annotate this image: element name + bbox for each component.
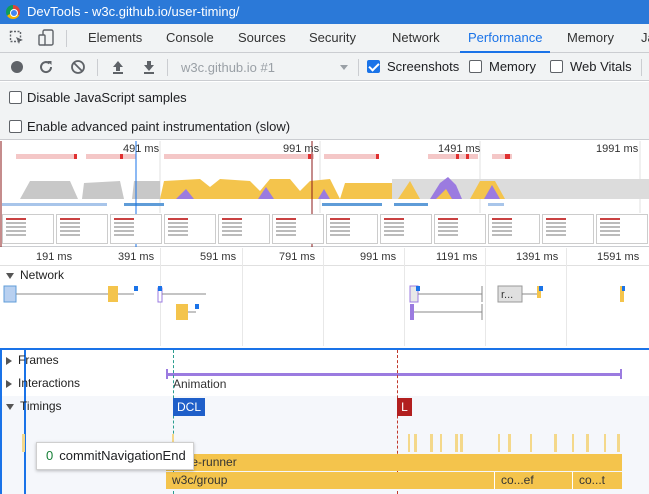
memory-label: Memory	[489, 59, 536, 74]
reload-profile-button[interactable]	[38, 59, 54, 75]
timings-track-label: Timings	[20, 399, 62, 413]
flame-bar-co-ef[interactable]: co...ef	[494, 472, 564, 489]
tab-performance[interactable]: Performance	[459, 24, 551, 53]
device-toolbar-icon[interactable]	[38, 29, 54, 47]
screenshot-thumbnail[interactable]	[110, 214, 162, 244]
performance-toolbar: w3c.github.io #1 Screenshots Memory Web …	[0, 53, 649, 81]
screenshot-thumbnail[interactable]	[2, 214, 54, 244]
tab-memory[interactable]: Memory	[567, 24, 614, 52]
ruler-tick: 591 ms	[200, 251, 237, 263]
interactions-track-label: Interactions	[18, 376, 81, 390]
network-track-label: Network	[20, 268, 65, 282]
save-profile-button[interactable]	[141, 59, 157, 75]
capture-settings-pane: Disable JavaScript samples Enable advanc…	[0, 82, 649, 140]
clear-icon	[71, 60, 85, 74]
tab-network[interactable]: Network	[392, 24, 440, 52]
screenshot-thumbnail[interactable]	[218, 214, 270, 244]
record-icon	[11, 61, 23, 73]
screenshot-thumbnail[interactable]	[596, 214, 648, 244]
expand-triangle-icon	[6, 403, 14, 410]
ruler-tick: 791 ms	[279, 251, 316, 263]
inspect-element-icon[interactable]	[9, 30, 25, 46]
collapse-triangle-icon	[6, 379, 12, 388]
network-track-header[interactable]: Network	[6, 268, 64, 282]
screenshots-label: Screenshots	[387, 59, 460, 74]
web-vitals-checkbox[interactable]	[550, 60, 563, 73]
flame-bar-label: co...ef	[501, 473, 534, 487]
tooltip-count: 0	[46, 448, 54, 463]
clear-button[interactable]	[70, 59, 86, 75]
window-title: DevTools - w3c.github.io/user-timing/	[27, 4, 240, 19]
flame-bar-label: co...t	[579, 473, 606, 487]
window-titlebar: DevTools - w3c.github.io/user-timing/	[0, 0, 649, 24]
frames-track-header[interactable]: Frames	[6, 353, 59, 367]
panel-tab-bar: Elements Console Sources Security Networ…	[0, 24, 649, 53]
animation-bar[interactable]	[166, 373, 622, 376]
tab-elements[interactable]: Elements	[88, 24, 142, 52]
screenshot-thumbnail[interactable]	[164, 214, 216, 244]
tab-console[interactable]: Console	[166, 24, 214, 52]
network-requests	[3, 285, 625, 320]
animation-label: Animation	[173, 377, 227, 391]
screenshots-checkbox[interactable]	[367, 60, 380, 73]
reload-icon	[40, 61, 53, 74]
screenshot-thumbnail[interactable]	[488, 214, 540, 244]
flame-bar-base-runner[interactable]: base-runner	[166, 454, 622, 471]
flame-bar-label: w3c/group	[172, 473, 228, 487]
ruler-tick: 1391 ms	[516, 251, 559, 263]
ruler-tick: 1591 ms	[597, 251, 640, 263]
download-icon	[144, 61, 154, 74]
frames-track-label: Frames	[18, 353, 59, 367]
ruler-tick: 391 ms	[118, 251, 155, 263]
enable-paint-instrumentation-label: Enable advanced paint instrumentation (s…	[27, 119, 291, 134]
load-profile-button[interactable]	[110, 59, 126, 75]
overview-tick: 491 ms	[123, 143, 160, 155]
screenshot-thumbnail[interactable]	[542, 214, 594, 244]
ruler-tick: 191 ms	[36, 251, 73, 263]
record-button[interactable]	[9, 59, 25, 75]
screenshot-thumbnail[interactable]	[272, 214, 324, 244]
chevron-down-icon	[340, 65, 348, 70]
tab-sources[interactable]: Sources	[238, 24, 286, 52]
disable-js-samples-label: Disable JavaScript samples	[27, 90, 187, 105]
screenshot-thumbnail[interactable]	[434, 214, 486, 244]
web-vitals-label: Web Vitals	[570, 59, 632, 74]
tooltip-label: commitNavigationEnd	[59, 448, 186, 463]
expand-triangle-icon	[6, 272, 14, 279]
disable-js-samples-checkbox[interactable]	[9, 91, 22, 104]
load-marker[interactable]: L	[397, 398, 412, 416]
dcl-marker[interactable]: DCL	[173, 398, 205, 416]
overview-tick: 1491 ms	[438, 143, 481, 155]
interactions-track-header[interactable]: Interactions	[6, 376, 80, 390]
screenshot-thumbnail[interactable]	[380, 214, 432, 244]
recording-select[interactable]: w3c.github.io #1	[174, 57, 354, 77]
screenshot-thumbnail[interactable]	[56, 214, 108, 244]
ruler-tick: 1191 ms	[436, 251, 478, 263]
tab-javascript-profiler[interactable]: Ja	[641, 24, 649, 52]
ruler-tick: 991 ms	[360, 251, 397, 263]
timings-track-header[interactable]: Timings	[6, 399, 62, 413]
flame-bar-co-t[interactable]: co...t	[572, 472, 620, 489]
screenshot-thumbnail[interactable]	[326, 214, 378, 244]
overview-tick: 1991 ms	[596, 143, 639, 155]
enable-paint-instrumentation-checkbox[interactable]	[9, 120, 22, 133]
collapse-triangle-icon	[6, 356, 12, 365]
tab-security[interactable]: Security	[309, 24, 356, 52]
network-request-label: r...	[501, 289, 514, 301]
memory-checkbox[interactable]	[469, 60, 482, 73]
timing-tooltip: 0 commitNavigationEnd	[36, 442, 194, 470]
chrome-logo-icon	[6, 5, 20, 19]
time-ruler: 191 ms 391 ms 591 ms 791 ms 991 ms 1191 …	[0, 248, 649, 266]
recording-select-value: w3c.github.io #1	[181, 60, 275, 75]
overview-tick: 991 ms	[283, 143, 320, 155]
upload-icon	[113, 61, 123, 74]
